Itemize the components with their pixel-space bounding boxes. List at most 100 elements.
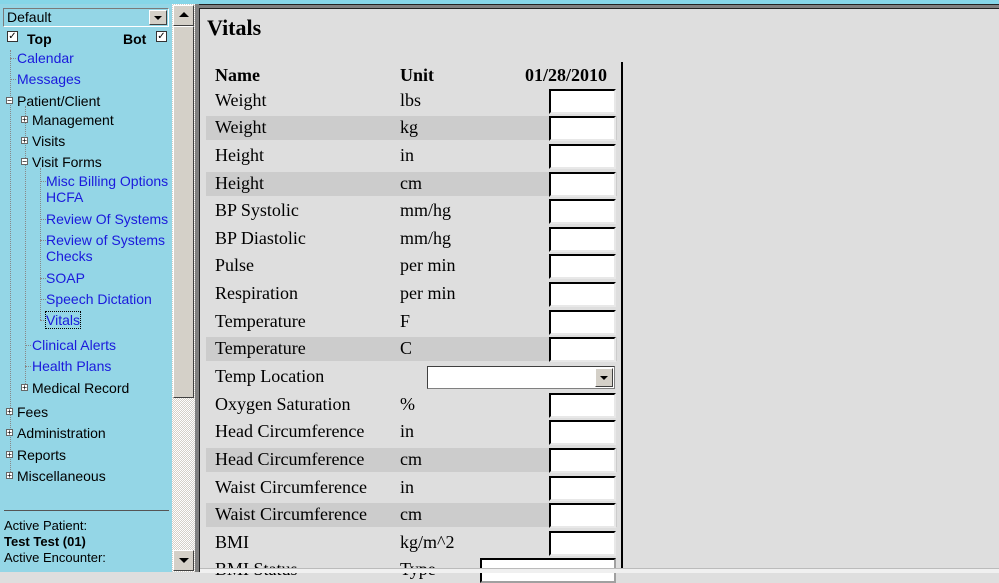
vital-unit: per min xyxy=(400,283,456,303)
vital-value-input[interactable] xyxy=(549,531,616,556)
table-row: Weight kg xyxy=(206,116,617,141)
vital-value-input[interactable] xyxy=(549,199,616,224)
vital-unit: per min xyxy=(400,255,456,275)
active-encounter-label: Active Encounter: xyxy=(4,550,106,565)
table-row: Temperature C xyxy=(206,337,617,362)
expand-icon[interactable]: + xyxy=(6,472,13,480)
vital-name: Respiration xyxy=(215,283,298,303)
bot-label: Bot xyxy=(123,31,147,47)
vital-value-input[interactable] xyxy=(549,116,616,141)
expand-icon[interactable]: + xyxy=(21,384,28,392)
vital-value-input[interactable] xyxy=(549,503,616,528)
table-row: Pulse per min xyxy=(206,254,617,279)
nav-miscellaneous[interactable]: Miscellaneous xyxy=(17,468,106,484)
nav-health-plans[interactable]: Health Plans xyxy=(32,358,111,374)
vital-value-input[interactable] xyxy=(549,337,616,362)
table-row: Oxygen Saturation% xyxy=(206,393,617,418)
vital-unit: F xyxy=(400,311,411,331)
nav-visits[interactable]: Visits xyxy=(32,133,65,149)
tree-line xyxy=(10,79,16,80)
table-row: Height in xyxy=(206,144,617,169)
active-patient-value[interactable]: Test Test (01) xyxy=(4,534,86,549)
nav-management[interactable]: Management xyxy=(32,112,114,128)
vital-name: Head Circumference xyxy=(215,421,365,441)
nav-clinical-alerts[interactable]: Clinical Alerts xyxy=(32,337,116,353)
vital-unit: C xyxy=(400,338,413,358)
table-row: Head Circumference cm xyxy=(206,448,617,473)
vital-unit: cm xyxy=(400,449,422,469)
vital-value-input[interactable] xyxy=(549,420,616,445)
collapse-icon[interactable]: − xyxy=(21,158,28,166)
nav-visit-forms[interactable]: Visit Forms xyxy=(32,154,102,170)
nav-patient-client[interactable]: Patient/Client xyxy=(17,93,100,109)
vital-value-input[interactable] xyxy=(549,144,616,169)
expand-icon[interactable]: + xyxy=(21,116,28,124)
nav-soap[interactable]: SOAP xyxy=(46,270,85,286)
left-nav: Default ✓ Top Bot ✓ Calendar Messages − … xyxy=(0,4,172,572)
vital-value-input[interactable] xyxy=(549,393,616,418)
view-select[interactable]: Default xyxy=(3,8,169,27)
vital-value-input[interactable] xyxy=(549,476,616,501)
table-row: Temperature F xyxy=(206,310,617,335)
vital-name: Waist Circumference xyxy=(215,477,367,497)
nav-speech-dictation[interactable]: Speech Dictation xyxy=(46,291,152,307)
vital-name: Pulse xyxy=(215,255,255,275)
nav-reports[interactable]: Reports xyxy=(17,447,66,463)
active-patient-label: Active Patient: xyxy=(4,518,88,533)
vital-name: Temperature xyxy=(215,338,306,358)
vital-name: Oxygen Saturation xyxy=(215,394,351,414)
scrollbar-thumb[interactable] xyxy=(173,26,194,398)
nav-review-of-systems-checks-line2[interactable]: Checks xyxy=(46,248,93,264)
vital-unit: % xyxy=(400,394,415,414)
vital-name: Height xyxy=(215,173,264,193)
table-row: Respiration per min xyxy=(206,282,617,307)
vital-name: Height xyxy=(215,145,264,165)
bot-checkbox[interactable]: ✓ xyxy=(156,31,167,42)
chevron-down-icon[interactable] xyxy=(149,10,167,25)
chevron-down-icon[interactable] xyxy=(595,368,613,387)
vital-value-input[interactable] xyxy=(549,310,616,335)
bottom-edge xyxy=(200,568,999,573)
expand-icon[interactable]: + xyxy=(6,408,13,416)
vital-value-input[interactable] xyxy=(549,227,616,252)
top-checkbox[interactable]: ✓ xyxy=(7,31,18,42)
nav-misc-billing-options-line2[interactable]: HCFA xyxy=(46,189,83,205)
vital-value-input[interactable] xyxy=(549,89,616,114)
expand-icon[interactable]: + xyxy=(6,451,13,459)
nav-vitals[interactable]: Vitals xyxy=(45,311,81,329)
vital-value-input[interactable] xyxy=(549,254,616,279)
view-select-value: Default xyxy=(7,9,52,25)
expand-icon[interactable]: + xyxy=(6,429,13,437)
table-row: BP Systolic mm/hg xyxy=(206,199,617,224)
nav-review-of-systems-checks[interactable]: Review of Systems xyxy=(46,232,165,248)
scroll-down-icon[interactable] xyxy=(173,550,194,571)
table-row: Waist Circumference in xyxy=(206,476,617,501)
vital-unit: lbs xyxy=(400,90,422,110)
tree-line xyxy=(25,345,31,346)
page-title: Vitals xyxy=(207,15,262,40)
nav-fees[interactable]: Fees xyxy=(17,404,48,420)
nav-review-of-systems[interactable]: Review Of Systems xyxy=(46,211,168,227)
temp-location-select[interactable] xyxy=(427,366,615,389)
nav-medical-record[interactable]: Medical Record xyxy=(32,380,129,396)
nav-misc-billing-options[interactable]: Misc Billing Options xyxy=(46,173,168,189)
vital-value-input[interactable] xyxy=(549,172,616,197)
vital-value-input[interactable] xyxy=(549,448,616,473)
nav-scrollbar[interactable] xyxy=(172,4,195,572)
vital-name: BMI xyxy=(215,532,250,552)
collapse-icon[interactable]: − xyxy=(6,97,13,105)
nav-administration[interactable]: Administration xyxy=(17,425,106,441)
vital-name: Temperature xyxy=(215,311,306,331)
vital-unit: cm xyxy=(400,504,422,524)
vital-name: Temp Location xyxy=(215,366,325,386)
nav-calendar[interactable]: Calendar xyxy=(17,50,74,66)
nav-divider xyxy=(4,510,169,511)
table-row: BMI kg/m^2 xyxy=(206,531,617,556)
vital-name: Head Circumference xyxy=(215,449,365,469)
vital-value-input[interactable] xyxy=(549,282,616,307)
nav-messages[interactable]: Messages xyxy=(17,71,81,87)
main-content: Vitals Name Unit 01/28/2010 Weight lbs Wei… xyxy=(200,9,999,583)
scroll-up-icon[interactable] xyxy=(173,5,194,26)
vital-name: BP Diastolic xyxy=(215,228,306,248)
expand-icon[interactable]: + xyxy=(21,137,28,145)
